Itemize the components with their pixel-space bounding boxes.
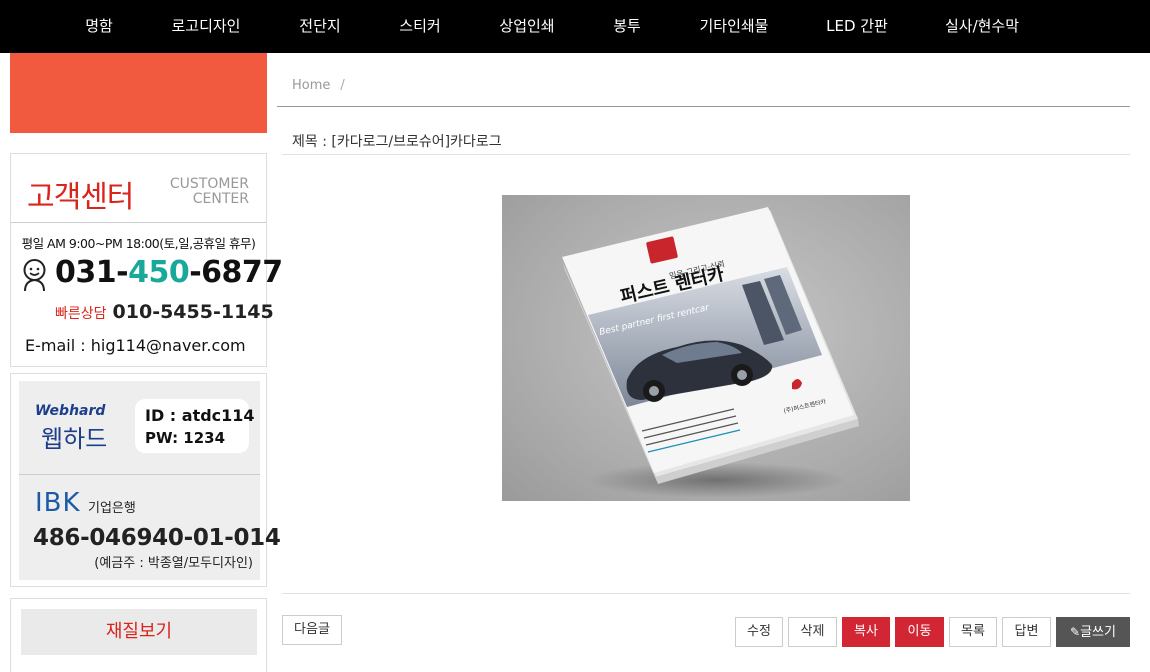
phone-prefix: 031- [55, 255, 129, 290]
nav-item-banner-print[interactable]: 실사/현수막 [938, 0, 1026, 53]
nav-item-envelope[interactable]: 봉투 [607, 0, 647, 53]
webhard-logo: Webhard [35, 403, 106, 419]
next-post-button[interactable]: 다음글 [282, 615, 342, 645]
pencil-icon: ✎ [1070, 625, 1081, 639]
customer-center-en-line2: CENTER [192, 191, 249, 207]
bank-account-number: 486-046940-01-014 [33, 525, 281, 551]
bank-name: 기업은행 [88, 501, 136, 516]
divider [282, 154, 1130, 155]
customer-center-en-line1: CUSTOMER [169, 176, 249, 192]
write-button-label: 글쓰기 [1080, 625, 1116, 640]
material-view-button[interactable]: 재질보기 [21, 609, 257, 655]
webhard-id: ID : atdc114 [145, 406, 255, 425]
webhard-credentials-card: ID : atdc114 PW: 1234 [135, 399, 255, 453]
customer-center-title: 고객센터 [27, 180, 134, 215]
nav-item-other-print[interactable]: 기타인쇄물 [693, 0, 775, 53]
bank-account-holder: (예금주 : 박종열/모두디자인) [94, 556, 253, 571]
divider [19, 474, 260, 475]
divider [277, 106, 1130, 107]
breadcrumb-separator: / [340, 78, 345, 93]
sidebar-red-banner [10, 53, 267, 133]
quick-consult: 빠른상담 010-5455-1145 [55, 301, 274, 323]
breadcrumb: Home / [292, 78, 345, 93]
post-image-catalog: 믿음·그리고·신뢰 퍼스트 렌터카 Best partner first ren… [502, 195, 910, 501]
ibk-logo: IBK [35, 488, 81, 518]
webhard-pw: PW: 1234 [145, 429, 226, 447]
top-navigation: 명함 로고디자인 전단지 스티커 상업인쇄 봉투 기타인쇄물 LED 간판 실사… [0, 0, 1150, 53]
headset-person-icon [23, 259, 46, 292]
quick-consult-number[interactable]: 010-5455-1145 [113, 301, 274, 323]
breadcrumb-home[interactable]: Home [292, 78, 330, 93]
nav-item-commercial-print[interactable]: 상업인쇄 [493, 0, 561, 53]
list-button[interactable]: 목록 [949, 617, 997, 647]
edit-button[interactable]: 수정 [735, 617, 783, 647]
webhard-bank-inner: Webhard 웹하드 ID : atdc114 PW: 1234 IBK 기업… [19, 381, 281, 580]
webhard-bank-box: Webhard 웹하드 ID : atdc114 PW: 1234 IBK 기업… [10, 373, 281, 587]
material-box: 재질보기 [10, 598, 267, 672]
delete-button[interactable]: 삭제 [788, 617, 837, 647]
catalog-mockup: 믿음·그리고·신뢰 퍼스트 렌터카 Best partner first ren… [562, 207, 859, 498]
post-title: 제목 : [카다로그/브로슈어]카다로그 [292, 134, 502, 150]
write-button[interactable]: ✎글쓰기 [1056, 617, 1130, 647]
nav-item-flyer[interactable]: 전단지 [294, 0, 346, 53]
nav-item-led-sign[interactable]: LED 간판 [822, 0, 892, 53]
business-hours: 평일 AM 9:00~PM 18:00(토,일,공휴일 휴무) [21, 236, 256, 251]
move-button[interactable]: 이동 [895, 617, 944, 647]
divider [282, 593, 1130, 594]
customer-center-box: 고객센터 CUSTOMER CENTER 평일 AM 9:00~PM 18:00… [10, 153, 283, 367]
phone-suffix: -6877 [189, 255, 283, 290]
customer-center-title-en: CUSTOMER CENTER [170, 177, 249, 207]
contact-email[interactable]: E-mail : hig114@naver.com [25, 336, 246, 355]
quick-consult-label: 빠른상담 [55, 306, 107, 322]
reply-button[interactable]: 답변 [1002, 617, 1051, 647]
phone-number[interactable]: 031-450-6877 [55, 255, 283, 290]
copy-button[interactable]: 복사 [842, 617, 890, 647]
divider [11, 222, 266, 223]
nav-item-business-card[interactable]: 명함 [78, 0, 120, 53]
nav-item-sticker[interactable]: 스티커 [394, 0, 446, 53]
phone-mid: 450 [128, 255, 190, 290]
nav-item-logo-design[interactable]: 로고디자인 [166, 0, 246, 53]
webhard-label: 웹하드 [41, 425, 108, 453]
